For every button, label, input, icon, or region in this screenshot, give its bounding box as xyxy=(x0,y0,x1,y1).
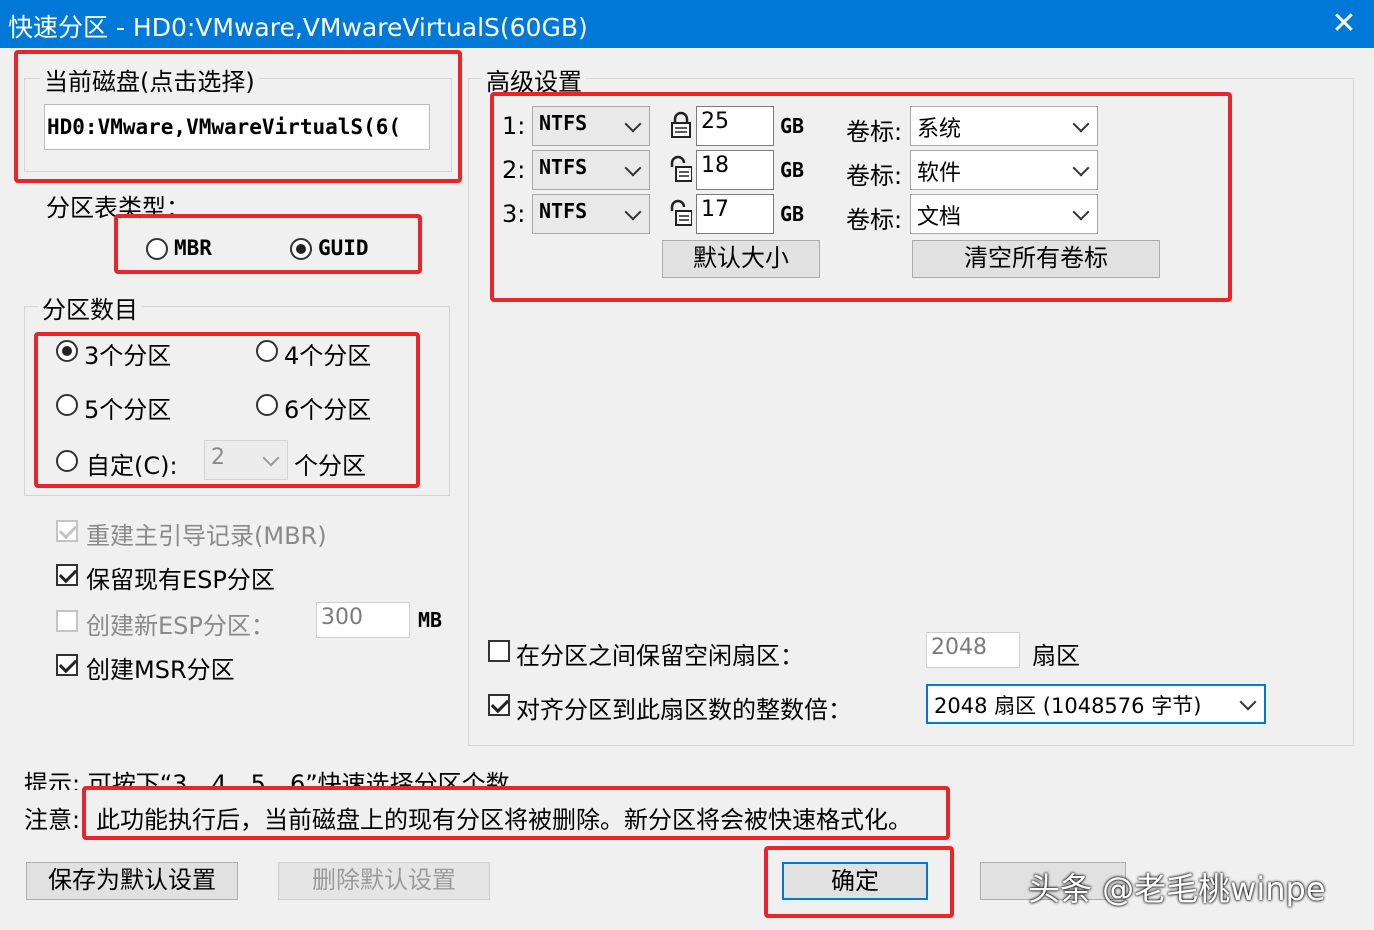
row-1-label-select[interactable]: 系统 xyxy=(910,106,1098,146)
radio-6-partitions-label: 6个分区 xyxy=(284,396,372,424)
keep-esp-label: 保留现有ESP分区 xyxy=(86,566,275,594)
radio-3-partitions-label: 3个分区 xyxy=(84,342,172,370)
radio-guid[interactable] xyxy=(290,238,312,260)
row-3-label-value: 文档 xyxy=(917,205,962,230)
lock-open-icon[interactable] xyxy=(670,199,692,227)
row-3-volume-label: 卷标: xyxy=(846,206,903,234)
custom-count-select[interactable]: 2 xyxy=(204,440,288,480)
note-label: 注意: xyxy=(24,806,81,834)
free-sectors-label: 在分区之间保留空闲扇区： xyxy=(516,642,804,670)
chevron-down-icon xyxy=(1239,693,1257,711)
new-esp-label: 创建新ESP分区： xyxy=(86,612,275,640)
delete-default-button[interactable]: 删除默认设置 xyxy=(278,862,490,900)
row-1-fs-value: NTFS xyxy=(539,111,588,135)
row-1-label-value: 系统 xyxy=(917,117,962,142)
free-sectors-input[interactable]: 2048 xyxy=(926,632,1020,668)
row-1-unit: GB xyxy=(780,114,805,138)
row-3-size-value: 17 xyxy=(701,197,729,222)
radio-3-partitions[interactable] xyxy=(56,340,78,362)
window-title: 快速分区 - HD0:VMware,VMwareVirtualS(60GB) xyxy=(8,13,588,42)
disk-selector[interactable]: HD0:VMware,VMwareVirtualS(6( xyxy=(44,104,430,150)
create-msr-label: 创建MSR分区 xyxy=(86,656,235,684)
row-1-size-input[interactable]: 25 xyxy=(696,106,774,146)
partition-table-label: 分区表类型： xyxy=(46,194,190,222)
radio-mbr-label: MBR xyxy=(174,236,212,260)
new-esp-size-value: 300 xyxy=(321,605,363,630)
radio-custom-label: 自定(C): xyxy=(86,452,178,480)
checkbox-new-esp[interactable] xyxy=(56,610,78,632)
rebuild-mbr-label: 重建主引导记录(MBR) xyxy=(86,522,327,550)
custom-count-value: 2 xyxy=(211,445,225,470)
row-2-fs-value: NTFS xyxy=(539,155,588,179)
radio-4-partitions-label: 4个分区 xyxy=(284,342,372,370)
default-size-button[interactable]: 默认大小 xyxy=(662,240,820,278)
row-3-unit: GB xyxy=(780,202,805,226)
chevron-down-icon xyxy=(624,115,642,133)
row-3-fs-select[interactable]: NTFS xyxy=(532,194,650,234)
radio-4-partitions[interactable] xyxy=(256,340,278,362)
row-3-label-select[interactable]: 文档 xyxy=(910,194,1098,234)
row-2-label-value: 软件 xyxy=(917,161,962,186)
note-text: 此功能执行后，当前磁盘上的现有分区将被删除。新分区将会被快速格式化。 xyxy=(96,806,912,834)
disk-group-title: 当前磁盘(点击选择) xyxy=(40,62,259,97)
disk-value: HD0:VMware,VMwareVirtualS(6( xyxy=(47,115,402,139)
lock-open-icon[interactable] xyxy=(670,155,692,183)
watermark-text: 头条 @老毛桃winpe xyxy=(1028,870,1326,908)
row-2-fs-select[interactable]: NTFS xyxy=(532,150,650,190)
radio-6-partitions[interactable] xyxy=(256,394,278,416)
radio-mbr[interactable] xyxy=(146,238,168,260)
tip-text: 提示: 可按下“3、4、5、6”快速选择分区个数。 xyxy=(24,770,534,790)
clear-labels-button[interactable]: 清空所有卷标 xyxy=(912,240,1160,278)
radio-5-partitions-label: 5个分区 xyxy=(84,396,172,424)
radio-custom[interactable] xyxy=(56,450,78,472)
align-select[interactable]: 2048 扇区 (1048576 字节) xyxy=(926,684,1266,724)
row-1-size-value: 25 xyxy=(701,109,729,134)
radio-guid-label: GUID xyxy=(318,236,369,260)
row-1-volume-label: 卷标: xyxy=(846,118,903,146)
row-1-fs-select[interactable]: NTFS xyxy=(532,106,650,146)
chevron-down-icon xyxy=(1072,159,1090,177)
align-label: 对齐分区到此扇区数的整数倍： xyxy=(516,696,852,724)
row-3-fs-value: NTFS xyxy=(539,199,588,223)
ok-button[interactable]: 确定 xyxy=(782,862,928,900)
chevron-down-icon xyxy=(624,203,642,221)
custom-count-suffix: 个分区 xyxy=(294,452,366,480)
checkbox-free-sectors[interactable] xyxy=(488,640,510,662)
row-2-size-value: 18 xyxy=(701,153,729,178)
partition-count-title: 分区数目 xyxy=(38,290,142,325)
row-2-volume-label: 卷标: xyxy=(846,162,903,190)
chevron-down-icon xyxy=(262,449,280,467)
row-2-size-input[interactable]: 18 xyxy=(696,150,774,190)
lock-closed-icon[interactable] xyxy=(670,111,692,139)
close-icon[interactable]: ✕ xyxy=(1320,6,1368,42)
radio-5-partitions[interactable] xyxy=(56,394,78,416)
row-3-index: 3: xyxy=(502,200,526,228)
row-1-index: 1: xyxy=(502,112,526,140)
align-value: 2048 扇区 (1048576 字节) xyxy=(934,694,1202,718)
free-sectors-value: 2048 xyxy=(931,635,987,660)
chevron-down-icon xyxy=(1072,115,1090,133)
save-default-button[interactable]: 保存为默认设置 xyxy=(26,862,238,900)
row-3-size-input[interactable]: 17 xyxy=(696,194,774,234)
advanced-title: 高级设置 xyxy=(482,62,586,97)
row-2-index: 2: xyxy=(502,156,526,184)
row-2-label-select[interactable]: 软件 xyxy=(910,150,1098,190)
free-sectors-unit: 扇区 xyxy=(1032,642,1080,670)
new-esp-size-input[interactable]: 300 xyxy=(316,602,410,638)
checkbox-rebuild-mbr[interactable] xyxy=(56,520,78,542)
chevron-down-icon xyxy=(1072,203,1090,221)
checkbox-keep-esp[interactable] xyxy=(56,564,78,586)
checkbox-align[interactable] xyxy=(488,694,510,716)
title-bar: 快速分区 - HD0:VMware,VMwareVirtualS(60GB) ✕ xyxy=(0,0,1374,48)
row-2-unit: GB xyxy=(780,158,805,182)
new-esp-unit: MB xyxy=(418,608,443,632)
chevron-down-icon xyxy=(624,159,642,177)
checkbox-create-msr[interactable] xyxy=(56,654,78,676)
